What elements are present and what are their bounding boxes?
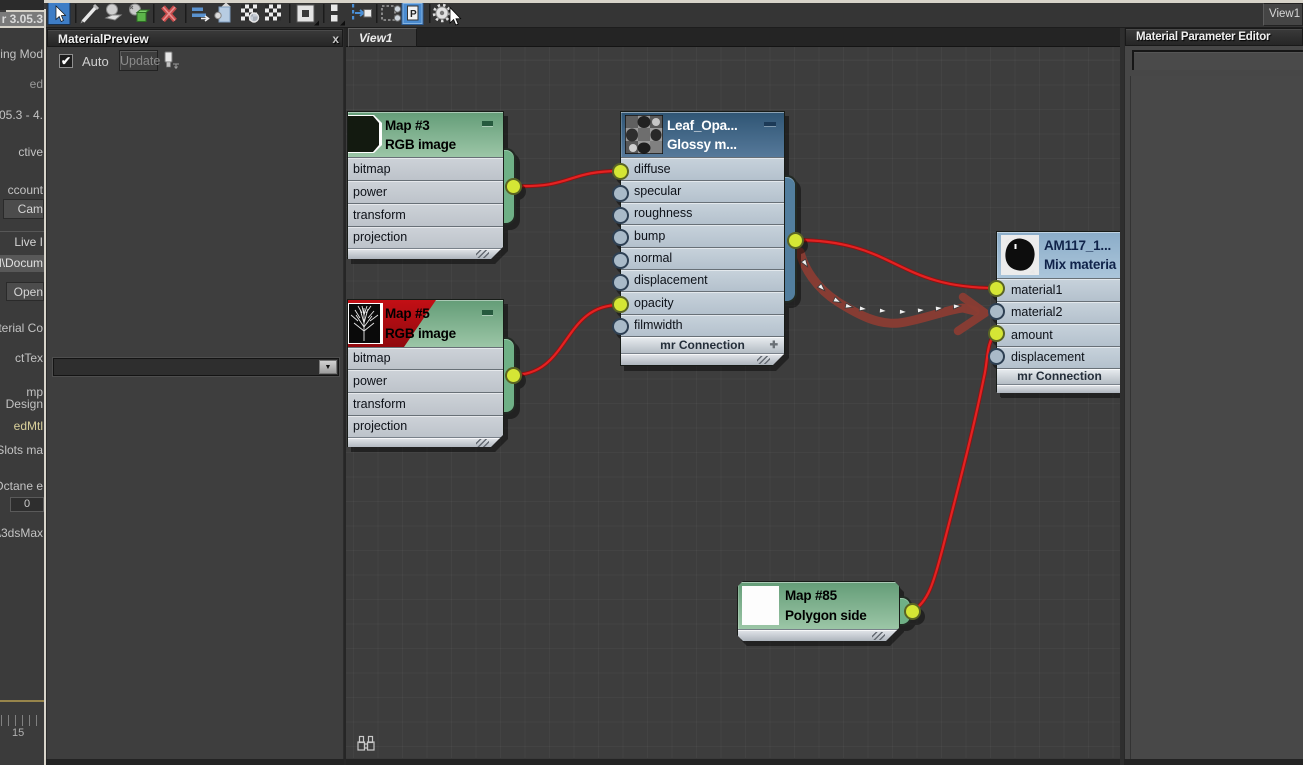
svg-text:P: P [410, 9, 417, 20]
